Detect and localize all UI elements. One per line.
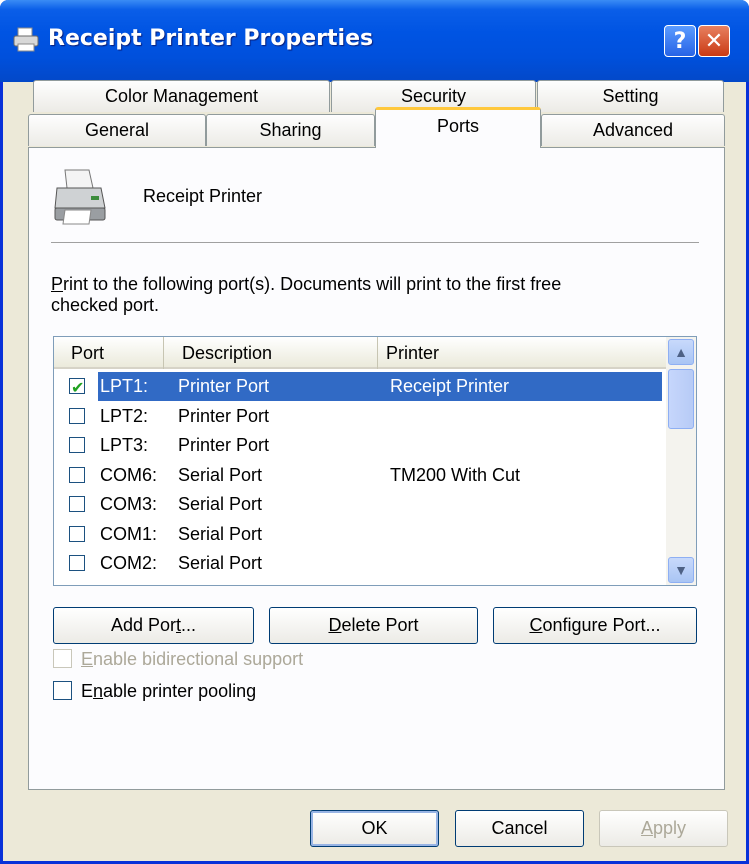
column-description[interactable]: Description	[164, 337, 378, 369]
port-row[interactable]: ✔ LPT1: Printer Port Receipt Printer	[54, 372, 666, 401]
port-cell: LPT1:	[100, 376, 149, 396]
scroll-thumb[interactable]	[668, 369, 694, 429]
description-cell: Serial Port	[178, 494, 263, 514]
port-checkbox[interactable]	[69, 555, 85, 571]
checkmark-icon: ✔	[71, 380, 85, 397]
port-cell: COM2:	[100, 553, 158, 573]
description-cell: Printer Port	[178, 405, 270, 426]
column-printer[interactable]: Printer	[378, 337, 666, 369]
close-button[interactable]: ✕	[698, 25, 730, 57]
description-cell: Printer Port	[178, 376, 270, 396]
port-checkbox[interactable]	[69, 525, 85, 542]
pooling-checkbox-box[interactable]	[53, 681, 72, 700]
column-port[interactable]: Port	[54, 337, 164, 369]
printer-icon	[13, 27, 39, 52]
tab-ports[interactable]: Ports	[375, 107, 541, 148]
add-port-button[interactable]: Add Port...	[53, 607, 254, 644]
scroll-down-arrow-icon[interactable]: ▼	[668, 557, 694, 583]
port-row[interactable]: COM2: Serial Port	[54, 549, 666, 578]
port-checkbox[interactable]: ✔	[69, 378, 85, 397]
instructions-text: Print to the following port(s). Document…	[51, 274, 651, 316]
tab-general[interactable]: General	[28, 114, 206, 146]
printer-cell: Receipt Printer	[390, 376, 510, 396]
port-cell: COM6:	[100, 464, 158, 485]
apply-button[interactable]: Apply	[599, 810, 728, 847]
port-cell: COM1:	[100, 523, 158, 544]
description-cell: Serial Port	[178, 523, 263, 544]
bidirectional-checkbox-box[interactable]	[53, 649, 72, 668]
ok-button[interactable]: OK	[310, 810, 439, 847]
cancel-button[interactable]: Cancel	[455, 810, 584, 847]
port-list[interactable]: Port Description Printer ✔ LPT1: Printer P…	[53, 336, 697, 586]
port-list-header: Port Description Printer	[54, 337, 666, 369]
description-cell: Printer Port	[178, 435, 270, 455]
separator	[51, 242, 699, 243]
properties-dialog: Receipt Printer Properties ? ✕ Color Man…	[0, 0, 749, 864]
printer-large-icon	[54, 169, 106, 225]
title-bar[interactable]: Receipt Printer Properties ? ✕	[0, 0, 749, 82]
printer-cell: TM200 With Cut	[390, 464, 521, 485]
instructions-accelerator: P	[51, 274, 64, 294]
printer-name: Receipt Printer	[143, 186, 263, 206]
port-checkbox[interactable]	[69, 407, 85, 424]
port-row[interactable]: LPT3: Printer Port	[54, 431, 666, 460]
port-cell: LPT2:	[100, 405, 149, 426]
port-cell: LPT3:	[100, 435, 149, 455]
port-row[interactable]: COM3: Serial Port	[54, 490, 666, 519]
tab-sharing[interactable]: Sharing	[206, 114, 375, 146]
port-checkbox[interactable]	[69, 437, 85, 453]
description-cell: Serial Port	[178, 464, 263, 485]
port-row[interactable]: LPT2: Printer Port	[54, 402, 666, 431]
bidirectional-label: Enable bidirectional support	[81, 649, 304, 669]
port-row[interactable]: COM6: Serial Port TM200 With Cut	[54, 461, 666, 490]
port-checkbox[interactable]	[69, 496, 85, 512]
help-button[interactable]: ?	[664, 25, 696, 57]
delete-port-button[interactable]: Delete Port	[269, 607, 478, 644]
port-list-scrollbar[interactable]: ▲ ▼	[666, 337, 696, 585]
configure-port-button[interactable]: Configure Port...	[493, 607, 697, 644]
description-cell: Serial Port	[178, 553, 263, 573]
tab-advanced[interactable]: Advanced	[541, 114, 725, 146]
port-cell: COM3:	[100, 494, 158, 514]
scroll-up-arrow-icon[interactable]: ▲	[668, 339, 694, 365]
instructions-line1: rint to the following port(s). Documents…	[63, 274, 562, 294]
port-row[interactable]: COM1: Serial Port	[54, 520, 666, 549]
window-title: Receipt Printer Properties	[48, 26, 374, 51]
tab-setting[interactable]: Setting	[537, 80, 724, 112]
tab-color-management[interactable]: Color Management	[33, 80, 330, 112]
instructions-line2: checked port.	[51, 295, 160, 315]
port-checkbox[interactable]	[69, 466, 85, 483]
pooling-label: Enable printer pooling	[81, 681, 257, 701]
